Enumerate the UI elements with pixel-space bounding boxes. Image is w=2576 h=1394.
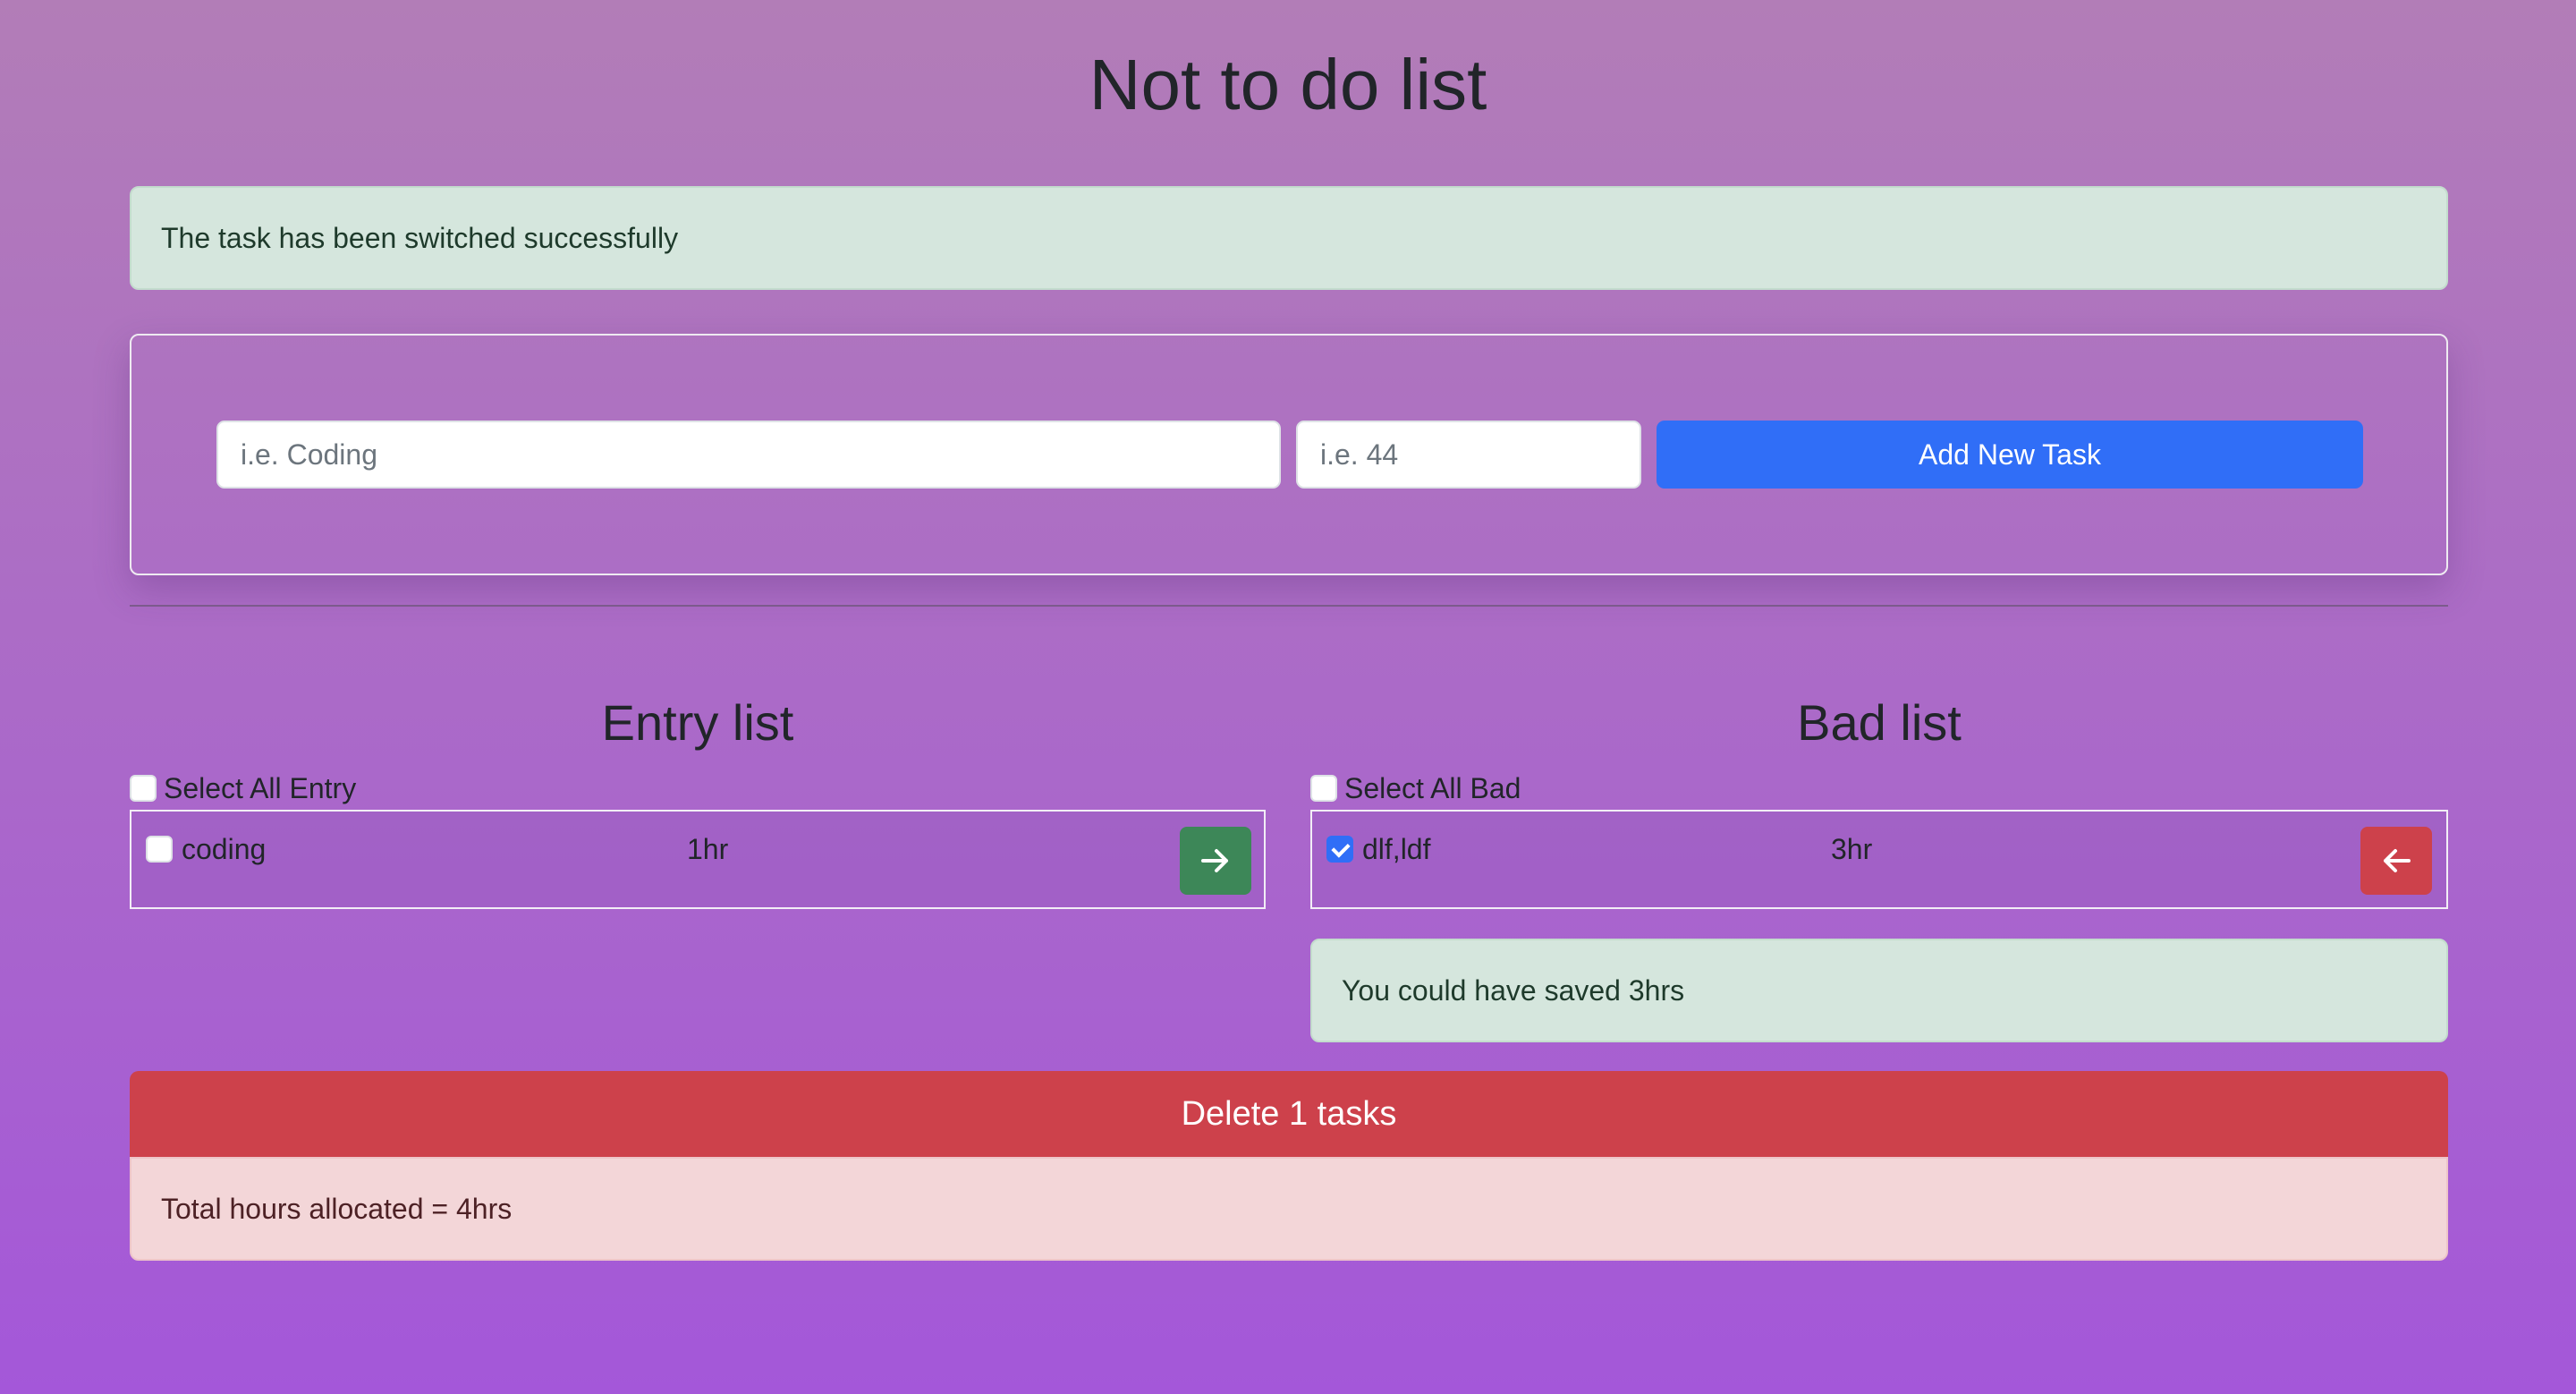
bad-task-hours: 3hr [1831,833,1873,865]
select-all-bad-label: Select All Bad [1344,771,1521,804]
bad-task-name: dlf,ldf [1362,833,1431,865]
select-all-entry-checkbox[interactable] [130,775,157,802]
page-title: Not to do list [1089,45,1487,124]
arrow-left-icon [2384,849,2411,872]
arrow-right-icon [1201,849,1228,872]
task-hours-input[interactable] [1296,421,1641,489]
entry-task-name: coding [182,833,267,865]
entry-task-row: coding 1hr [130,810,1266,909]
bad-task-row: dlf,ldf 3hr [1310,810,2448,909]
saved-hours-message: You could have saved 3hrs [1342,973,1685,1007]
move-to-entry-button[interactable] [2360,827,2432,895]
total-hours-alert: Total hours allocated = 4hrs [130,1157,2448,1261]
entry-task-hours: 1hr [687,833,729,865]
add-task-form: Add New Task [130,334,2448,575]
select-all-bad[interactable]: Select All Bad [1310,772,1521,804]
select-all-bad-checkbox[interactable] [1310,775,1337,802]
entry-list-title: Entry list [601,694,794,751]
entry-task-checkbox[interactable] [146,836,173,863]
delete-tasks-button[interactable]: Delete 1 tasks [130,1071,2448,1157]
bad-list-title: Bad list [1797,694,1962,751]
add-task-button[interactable]: Add New Task [1657,421,2363,489]
status-message: The task has been switched successfully [161,221,679,254]
bad-task-checkbox[interactable] [1326,836,1353,863]
status-alert: The task has been switched successfully [130,186,2448,290]
select-all-entry-label: Select All Entry [164,771,357,804]
task-name-input[interactable] [216,421,1281,489]
move-to-bad-button[interactable] [1180,827,1251,895]
saved-hours-alert: You could have saved 3hrs [1310,939,2448,1042]
select-all-entry[interactable]: Select All Entry [130,772,356,804]
section-divider [130,605,2448,607]
total-hours-message: Total hours allocated = 4hrs [161,1192,513,1225]
